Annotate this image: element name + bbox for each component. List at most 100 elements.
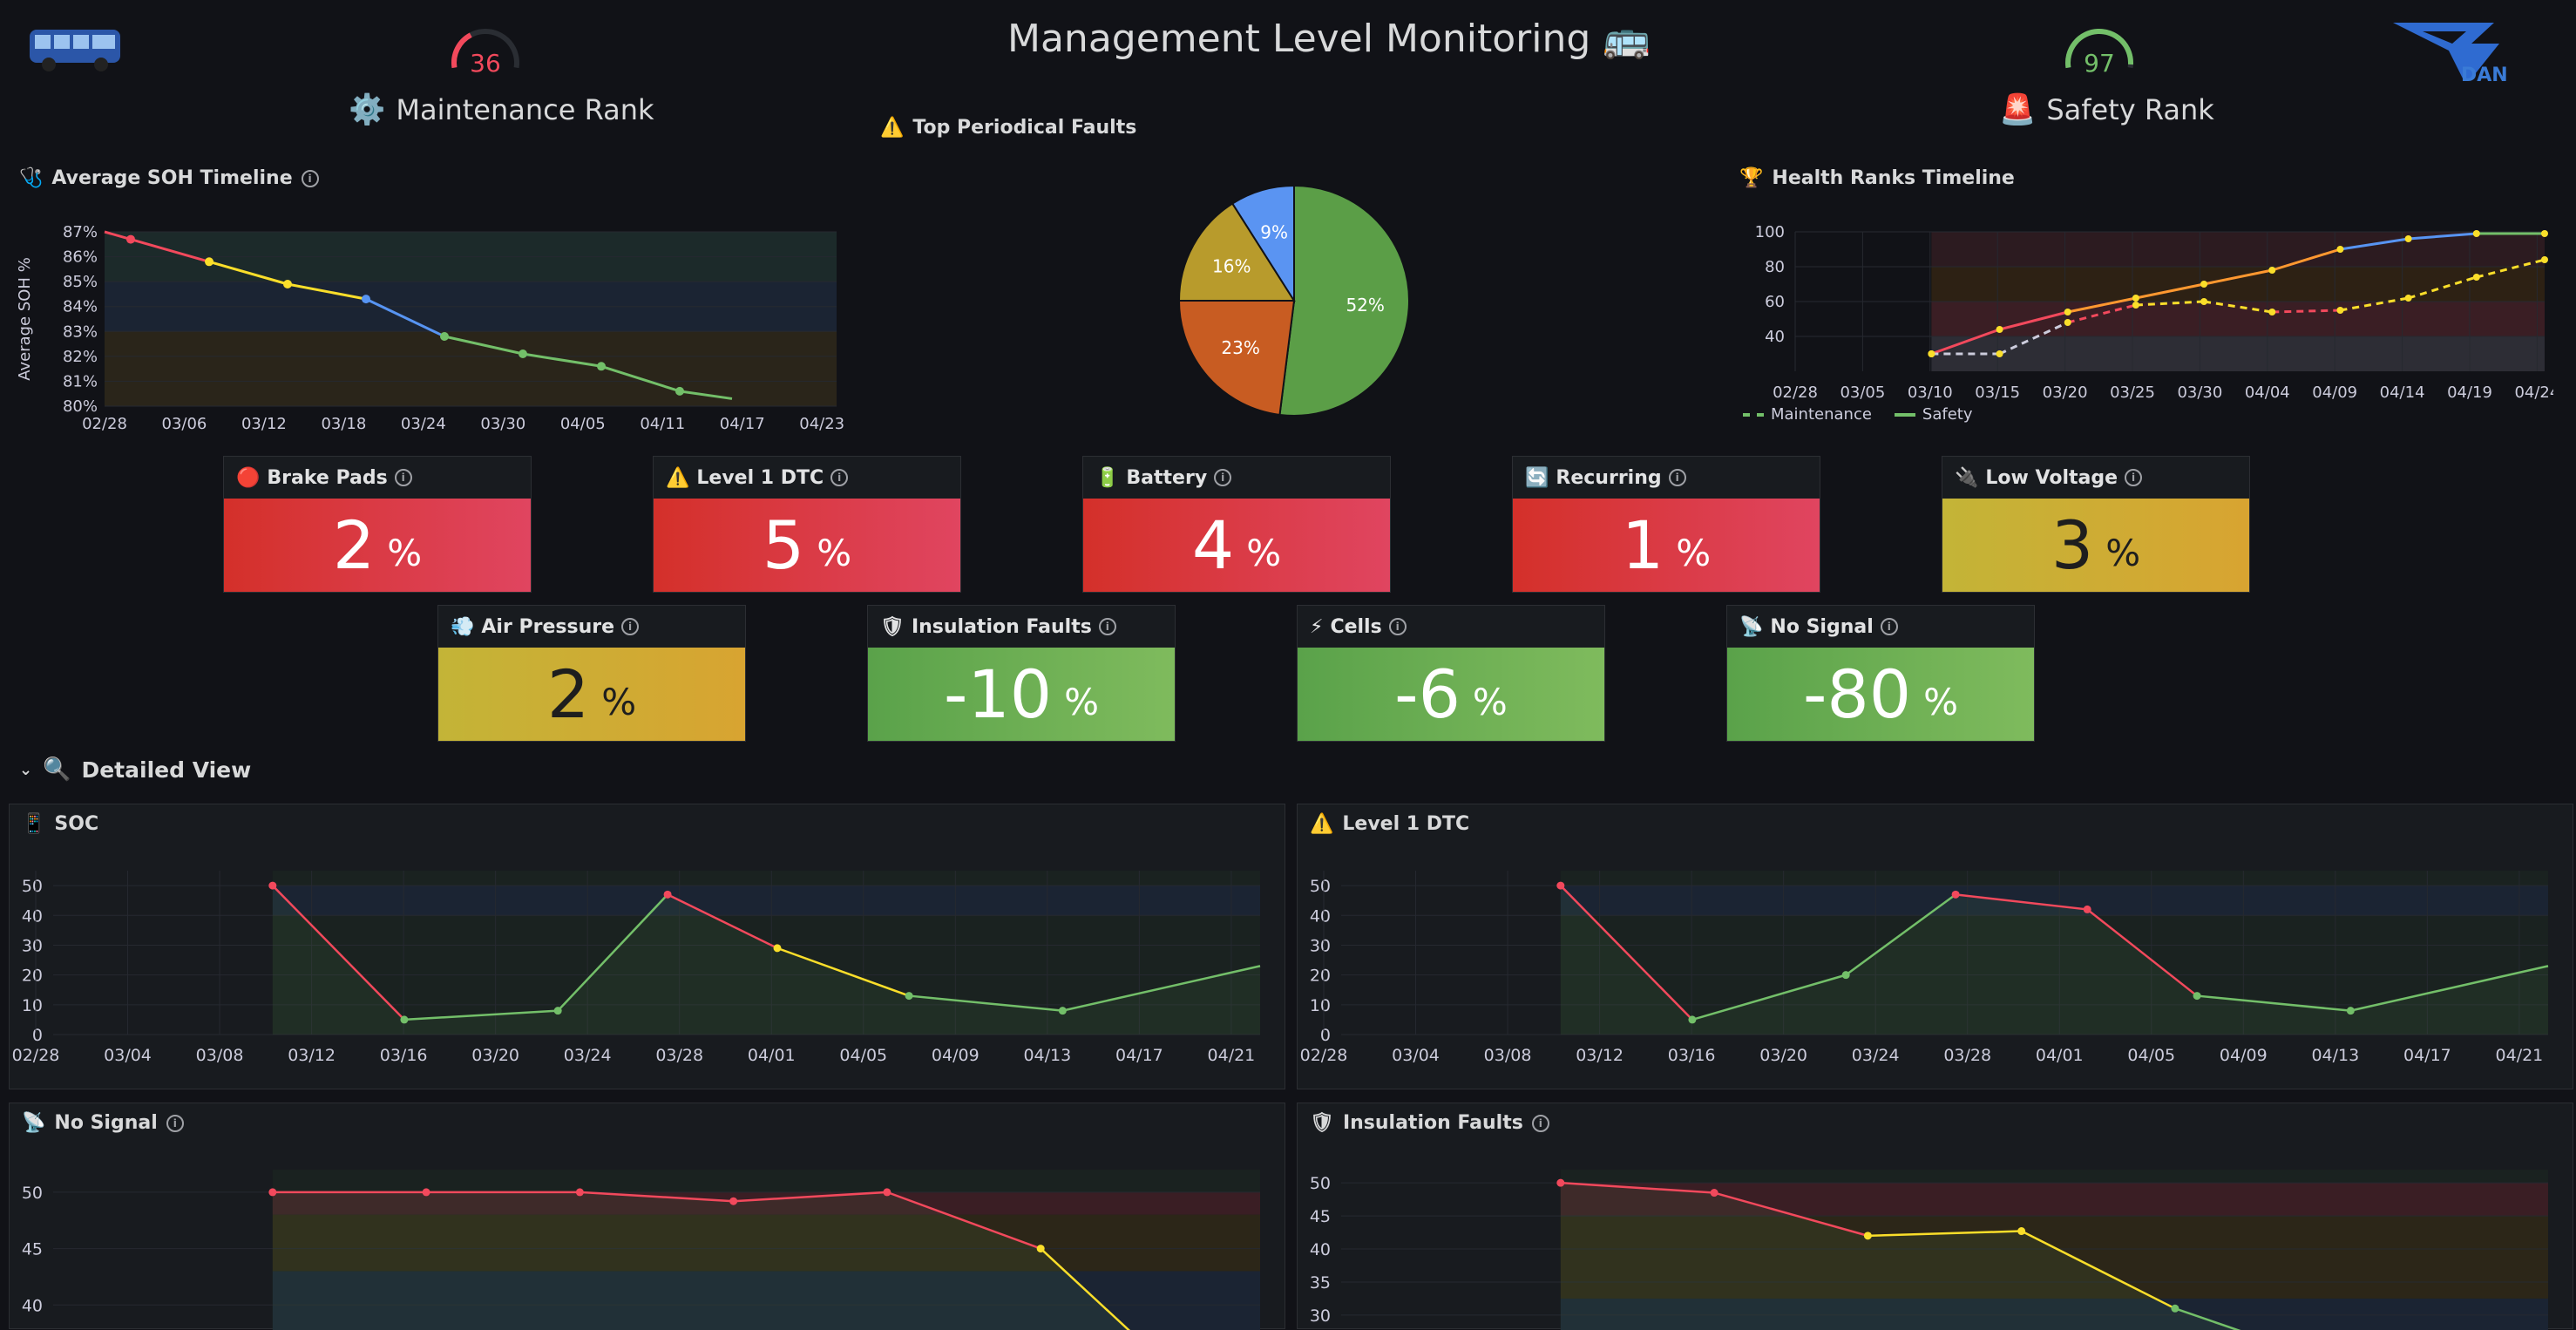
info-icon[interactable]: i bbox=[1668, 469, 1686, 486]
data-point[interactable] bbox=[675, 386, 684, 396]
data-point[interactable] bbox=[2268, 309, 2276, 316]
info-icon[interactable]: i bbox=[1098, 618, 1116, 635]
pie-slice[interactable] bbox=[1278, 184, 1410, 417]
data-point[interactable] bbox=[2404, 295, 2412, 302]
detail-line-chart: 50 40 30 20 10 002/28 03/04 03/08 03/12 03/16 03/2… bbox=[12, 871, 1261, 1065]
info-icon[interactable]: i bbox=[621, 618, 639, 635]
data-point[interactable] bbox=[1951, 890, 1960, 899]
data-point[interactable] bbox=[268, 881, 277, 890]
data-point[interactable] bbox=[1996, 326, 2003, 333]
y-tick-label: 40 bbox=[1765, 328, 1785, 346]
data-point[interactable] bbox=[440, 332, 449, 341]
x-tick-label: 04/11 bbox=[640, 415, 685, 433]
data-point[interactable] bbox=[1841, 971, 1850, 980]
stat-card-air-pressure[interactable]: 💨 Air Pressure i 2 % bbox=[437, 605, 746, 742]
data-point[interactable] bbox=[2472, 274, 2480, 281]
safety-rank-label: Safety Rank bbox=[2046, 93, 2214, 126]
data-point[interactable] bbox=[575, 1188, 584, 1197]
stat-card-brake-pads[interactable]: 🔴 Brake Pads i 2 % bbox=[223, 456, 532, 593]
maintenance-rank-value: 36 bbox=[470, 49, 501, 78]
stat-card-level-1-dtc[interactable]: ⚠️ Level 1 DTC i 5 % bbox=[653, 456, 961, 593]
stat-card-value-area: -6 % bbox=[1298, 648, 1604, 741]
repeat-icon: 🔄 bbox=[1525, 466, 1549, 489]
y-tick-label: 60 bbox=[1765, 293, 1785, 311]
data-point[interactable] bbox=[2200, 298, 2208, 305]
data-point[interactable] bbox=[2132, 295, 2139, 302]
data-point[interactable] bbox=[1058, 1007, 1067, 1015]
stat-card-low-voltage[interactable]: 🔌 Low Voltage i 3 % bbox=[1942, 456, 2250, 593]
data-point[interactable] bbox=[1036, 1245, 1045, 1253]
detail-chart-level-1-dtc[interactable]: ⚠️ Level 1 DTC 50 40 30 20 10 0 02/28 03/04 03/0… bbox=[1297, 804, 2573, 1089]
data-point[interactable] bbox=[2336, 246, 2344, 253]
maintenance-rank-gauge: 36 bbox=[448, 23, 523, 78]
x-tick-label: 03/08 bbox=[1484, 1046, 1532, 1065]
health-legend: Maintenance Safety bbox=[1743, 405, 1973, 424]
data-point[interactable] bbox=[400, 1015, 409, 1024]
stat-card-cells[interactable]: ⚡ Cells i -6 % bbox=[1297, 605, 1605, 742]
data-point[interactable] bbox=[729, 1197, 738, 1205]
data-point[interactable] bbox=[2541, 256, 2548, 263]
chevron-down-icon[interactable]: ⌄ bbox=[19, 761, 32, 779]
data-point[interactable] bbox=[2346, 1007, 2355, 1015]
info-icon[interactable]: i bbox=[1531, 1114, 1549, 1132]
data-point[interactable] bbox=[2404, 235, 2412, 242]
data-point[interactable] bbox=[519, 349, 527, 358]
detailed-view-row[interactable]: ⌄ 🔍 Detailed View bbox=[19, 757, 251, 783]
data-point[interactable] bbox=[883, 1188, 891, 1197]
data-point[interactable] bbox=[2083, 905, 2091, 913]
data-point[interactable] bbox=[905, 992, 913, 1001]
y-tick-label: 50 bbox=[1310, 1174, 1331, 1193]
page-title: Management Level Monitoring 🚌 bbox=[1007, 17, 1651, 61]
data-point[interactable] bbox=[2132, 302, 2139, 309]
data-point[interactable] bbox=[2268, 267, 2276, 274]
data-point[interactable] bbox=[2472, 230, 2480, 237]
data-point[interactable] bbox=[597, 362, 606, 371]
data-point[interactable] bbox=[2336, 307, 2344, 314]
data-point[interactable] bbox=[2064, 319, 2071, 326]
data-point[interactable] bbox=[2017, 1227, 2026, 1236]
data-point[interactable] bbox=[1996, 350, 2003, 357]
info-icon[interactable]: i bbox=[830, 469, 849, 486]
data-point[interactable] bbox=[126, 234, 135, 244]
data-point[interactable] bbox=[1928, 350, 1935, 357]
data-point[interactable] bbox=[422, 1188, 430, 1197]
detail-chart-soc[interactable]: 📱 SOC 50 40 30 20 10 0 02/28 03/04 03/08 03/12 03/… bbox=[9, 804, 1285, 1089]
data-point[interactable] bbox=[773, 944, 782, 953]
info-icon[interactable]: i bbox=[1880, 618, 1898, 635]
stat-card-insulation-faults[interactable]: 🛡 Insulation Faults i -10 % bbox=[867, 605, 1176, 742]
legend-maintenance[interactable]: Maintenance bbox=[1743, 405, 1872, 424]
data-point[interactable] bbox=[2171, 1304, 2179, 1313]
data-point[interactable] bbox=[1556, 1178, 1565, 1187]
info-icon[interactable]: i bbox=[166, 1114, 184, 1132]
data-point[interactable] bbox=[2541, 230, 2548, 237]
stat-card-value-area: -80 % bbox=[1727, 648, 2034, 741]
stat-card-no-signal[interactable]: 📡 No Signal i -80 % bbox=[1726, 605, 2035, 742]
data-point[interactable] bbox=[205, 257, 214, 267]
data-point[interactable] bbox=[553, 1007, 562, 1015]
data-point[interactable] bbox=[2200, 281, 2208, 288]
data-point[interactable] bbox=[1556, 881, 1565, 890]
stat-card-recurring[interactable]: 🔄 Recurring i 1 % bbox=[1512, 456, 1820, 593]
data-point[interactable] bbox=[663, 890, 672, 899]
data-point[interactable] bbox=[1710, 1189, 1718, 1198]
info-icon[interactable]: i bbox=[301, 169, 319, 187]
detail-chart-no-signal[interactable]: 📡 No Signal i 50 45 40 bbox=[9, 1103, 1285, 1330]
data-point[interactable] bbox=[2193, 992, 2201, 1001]
legend-safety-swatch bbox=[1894, 412, 1915, 417]
data-point[interactable] bbox=[283, 280, 292, 288]
info-icon[interactable]: i bbox=[394, 469, 412, 486]
info-icon[interactable]: i bbox=[1388, 618, 1407, 635]
data-point[interactable] bbox=[2064, 309, 2071, 316]
stat-card-header: 🔄 Recurring i bbox=[1513, 457, 1820, 499]
info-icon[interactable]: i bbox=[1214, 469, 1232, 486]
y-tick-label: 45 bbox=[22, 1240, 43, 1259]
data-point[interactable] bbox=[268, 1188, 277, 1197]
info-icon[interactable]: i bbox=[2125, 469, 2143, 486]
detail-chart-insulation-faults[interactable]: 🛡 Insulation Faults i 504540353025 bbox=[1297, 1103, 2573, 1330]
data-point[interactable] bbox=[362, 295, 370, 304]
y-tick-label: 40 bbox=[22, 906, 43, 926]
legend-safety[interactable]: Safety bbox=[1894, 405, 1973, 424]
stat-card-battery[interactable]: 🔋 Battery i 4 % bbox=[1082, 456, 1391, 593]
data-point[interactable] bbox=[1863, 1232, 1872, 1240]
data-point[interactable] bbox=[1688, 1015, 1697, 1024]
